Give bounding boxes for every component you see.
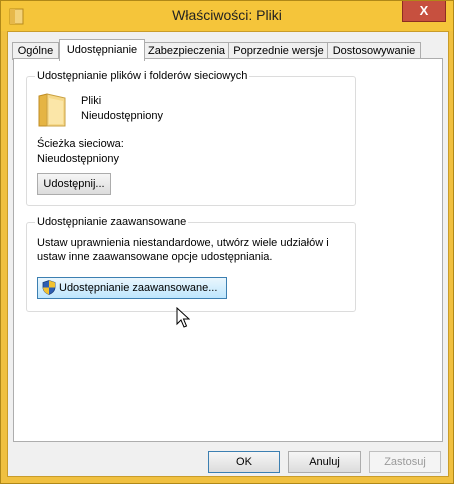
close-button[interactable]: X xyxy=(402,1,446,22)
title-bar[interactable]: Właściwości: Pliki X xyxy=(1,1,453,31)
cancel-button[interactable]: Anuluj xyxy=(288,451,361,473)
network-path-label: Ścieżka sieciowa: xyxy=(37,138,124,150)
advanced-description-line1: Ustaw uprawnienia niestandardowe, utwórz… xyxy=(37,237,329,249)
sharing-panel: Udostępnianie plików i folderów sieciowy… xyxy=(13,58,443,442)
share-button[interactable]: Udostępnij... xyxy=(37,173,111,195)
folder-status: Nieudostępniony xyxy=(81,110,163,122)
advanced-description-line2: ustaw inne zaawansowane opcje udostępnia… xyxy=(37,251,273,263)
properties-window: Właściwości: Pliki X Ogólne Udostępniani… xyxy=(0,0,454,484)
shared-folder-icon xyxy=(38,93,66,127)
network-path-value: Nieudostępniony xyxy=(37,153,119,165)
window-title: Właściwości: Pliki xyxy=(172,7,282,23)
advanced-sharing-group: Udostępnianie zaawansowane Ustaw uprawni… xyxy=(26,216,356,312)
advanced-sharing-button-label: Udostępnianie zaawansowane... xyxy=(59,282,218,294)
advanced-sharing-button[interactable]: Udostępnianie zaawansowane... xyxy=(37,277,227,299)
mouse-cursor-icon xyxy=(176,307,190,328)
apply-button[interactable]: Zastosuj xyxy=(369,451,441,473)
tab-sharing[interactable]: Udostępnianie xyxy=(59,39,145,61)
ok-button[interactable]: OK xyxy=(208,451,280,473)
network-sharing-legend: Udostępnianie plików i folderów sieciowy… xyxy=(35,70,250,82)
dialog-body: Ogólne Udostępnianie Zabezpieczenia Popr… xyxy=(7,31,449,477)
network-sharing-group: Udostępnianie plików i folderów sieciowy… xyxy=(26,70,356,206)
advanced-sharing-legend: Udostępnianie zaawansowane xyxy=(35,216,189,228)
folder-name: Pliki xyxy=(81,95,102,107)
uac-shield-icon xyxy=(42,280,56,295)
